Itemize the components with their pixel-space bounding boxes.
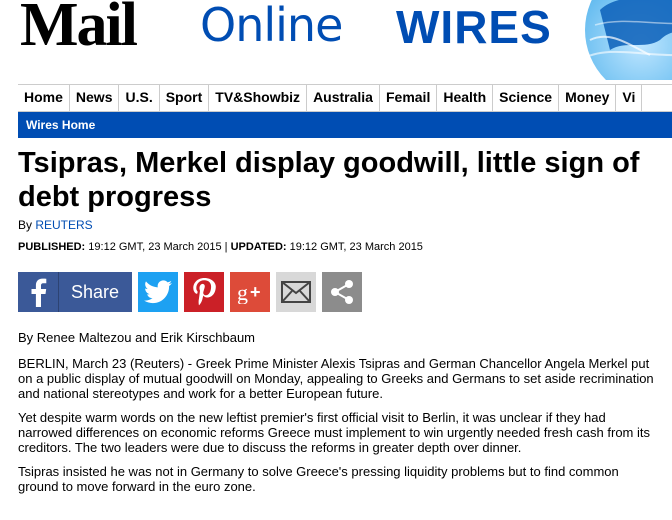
updated-label: UPDATED: [230,241,287,253]
email-icon [281,281,311,303]
masthead: Mail Online WIRES [0,0,672,80]
wires-home-link[interactable]: Wires Home [26,112,95,138]
nav-item-science[interactable]: Science [493,85,560,111]
published-value: 19:12 GMT, 23 March 2015 | [85,241,231,253]
article-paragraph: BERLIN, March 23 (Reuters) - Greek Prime… [18,356,654,401]
logo-online[interactable]: Online [200,2,343,48]
share-bar: Share g + [18,272,362,312]
nav-item-home[interactable]: Home [18,85,70,111]
email-share-button[interactable] [276,272,316,312]
article-paragraph: Yet despite warm words on the new leftis… [18,410,650,455]
nav-item-sport[interactable]: Sport [160,85,210,111]
published-label: PUBLISHED: [18,241,86,253]
main-nav: Home News U.S. Sport TV&Showbiz Australi… [18,84,672,112]
share-icon [331,280,353,304]
globe-icon [579,0,672,80]
nav-item-news[interactable]: News [70,85,120,111]
logo-mail[interactable]: Mail [20,0,138,56]
updated-value: 19:12 GMT, 23 March 2015 [286,241,423,253]
more-share-button[interactable] [322,272,362,312]
facebook-share-button[interactable]: Share [18,272,132,312]
twitter-share-button[interactable] [138,272,178,312]
article-headline: Tsipras, Merkel display goodwill, little… [18,147,640,213]
sub-nav: Wires Home [18,112,672,138]
svg-text:+: + [250,282,261,302]
article-body: By Renee Maltezou and Erik Kirschbaum BE… [18,330,658,503]
nav-item-health[interactable]: Health [437,85,494,111]
byline-prefix: By [18,218,36,232]
nav-item-tv-showbiz[interactable]: TV&Showbiz [209,85,308,111]
facebook-icon [18,272,59,312]
nav-item-femail[interactable]: Femail [380,85,438,111]
article-paragraph: Tsipras insisted he was not in Germany t… [18,464,619,494]
nav-item-australia[interactable]: Australia [307,85,380,111]
byline: By REUTERS [18,218,93,232]
google-plus-share-button[interactable]: g + [230,272,270,312]
pinterest-share-button[interactable] [184,272,224,312]
source-link[interactable]: REUTERS [35,218,92,232]
section-title-wires[interactable]: WIRES [396,4,552,50]
twitter-icon [144,280,172,304]
author-line: By Renee Maltezou and Erik Kirschbaum [18,330,256,345]
pinterest-icon [193,278,216,306]
facebook-share-label: Share [71,281,120,302]
nav-item-video[interactable]: Vi [616,85,643,111]
google-plus-icon: g + [237,280,261,304]
svg-text:g: g [237,280,248,304]
article-dates: PUBLISHED: 19:12 GMT, 23 March 2015 | UP… [18,241,423,253]
nav-item-us[interactable]: U.S. [119,85,160,111]
nav-item-money[interactable]: Money [559,85,617,111]
